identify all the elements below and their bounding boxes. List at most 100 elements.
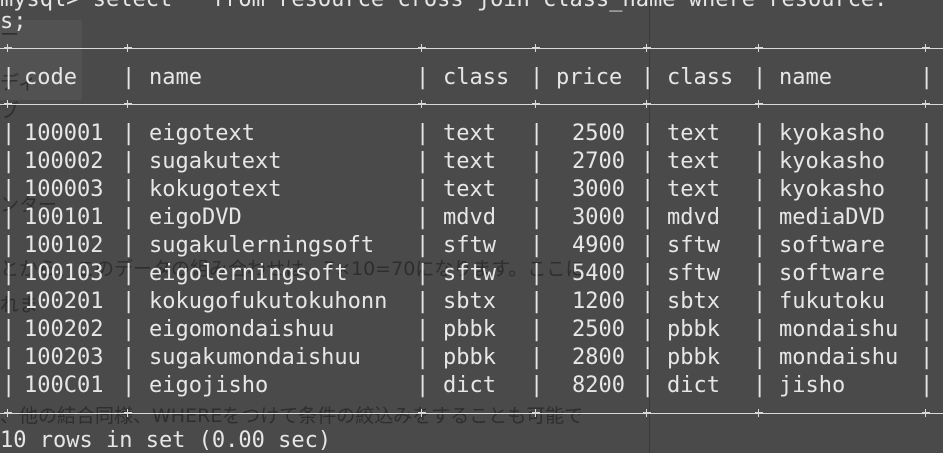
table-joint xyxy=(4,100,12,108)
table-pipe: | xyxy=(920,205,934,230)
table-cell: dict xyxy=(443,373,496,398)
table-pipe: | xyxy=(416,289,430,314)
table-cell: sftw xyxy=(443,261,496,286)
table-pipe: | xyxy=(2,345,16,370)
column-header: class xyxy=(667,65,734,90)
table-pipe: | xyxy=(416,149,430,174)
table-pipe: | xyxy=(2,149,16,174)
table-pipe: | xyxy=(122,121,136,146)
table-cell: sugakulerningsoft xyxy=(149,233,375,258)
table-pipe: | xyxy=(122,317,136,342)
table-pipe: | xyxy=(122,345,136,370)
table-joint xyxy=(124,409,132,417)
table-cell: jisho xyxy=(779,373,846,398)
table-cell: 100202 xyxy=(24,317,104,342)
column-header: name xyxy=(149,65,202,90)
table-separator xyxy=(0,413,943,414)
table-pipe: | xyxy=(753,373,767,398)
table-pipe: | xyxy=(753,261,767,286)
table-pipe: | xyxy=(122,289,136,314)
table-pipe: | xyxy=(2,177,16,202)
table-pipe: | xyxy=(753,177,767,202)
table-cell: text xyxy=(667,121,720,146)
table-pipe: | xyxy=(641,289,655,314)
table-pipe: | xyxy=(122,177,136,202)
table-cell: sbtx xyxy=(667,289,720,314)
table-joint xyxy=(922,44,930,52)
table-pipe: | xyxy=(920,345,934,370)
table-cell: eigotext xyxy=(149,121,255,146)
table-pipe: | xyxy=(641,149,655,174)
table-joint xyxy=(418,44,426,52)
table-cell: text xyxy=(443,121,496,146)
table-cell: software xyxy=(779,261,885,286)
table-cell: sftw xyxy=(443,233,496,258)
table-separator xyxy=(0,48,943,49)
table-joint xyxy=(643,44,651,52)
table-pipe: | xyxy=(416,205,430,230)
table-cell: kyokasho xyxy=(779,177,885,202)
table-pipe: | xyxy=(416,261,430,286)
table-cell: mdvd xyxy=(667,205,720,230)
table-joint xyxy=(532,44,540,52)
table-pipe: | xyxy=(641,65,655,90)
table-pipe: | xyxy=(920,121,934,146)
table-joint xyxy=(532,100,540,108)
table-cell: 100102 xyxy=(24,233,104,258)
table-separator xyxy=(0,104,943,105)
table-joint xyxy=(922,100,930,108)
table-cell: dict xyxy=(667,373,720,398)
table-pipe: | xyxy=(641,373,655,398)
table-pipe: | xyxy=(2,317,16,342)
table-pipe: | xyxy=(2,205,16,230)
table-pipe: | xyxy=(416,121,430,146)
table-pipe: | xyxy=(122,149,136,174)
table-pipe: | xyxy=(641,345,655,370)
table-cell: eigolerningsoft xyxy=(149,261,348,286)
table-pipe: | xyxy=(416,177,430,202)
table-cell: 2500 xyxy=(572,121,625,146)
table-pipe: | xyxy=(920,177,934,202)
table-pipe: | xyxy=(753,317,767,342)
table-pipe: | xyxy=(920,65,934,90)
table-cell: text xyxy=(443,177,496,202)
background-text-line-3: 、他の結合同様、WHEREをつけて条件の絞込みをすることも可能で xyxy=(0,405,584,427)
table-cell: 2800 xyxy=(572,345,625,370)
command-line: mysql> select * from resource cross join… xyxy=(0,0,887,14)
table-pipe: | xyxy=(122,261,136,286)
table-pipe: | xyxy=(122,233,136,258)
table-cell: sftw xyxy=(667,261,720,286)
table-joint xyxy=(755,44,763,52)
table-cell: sugakumondaishuu xyxy=(149,345,361,370)
table-pipe: | xyxy=(641,233,655,258)
table-cell: fukutoku xyxy=(779,289,885,314)
column-header: code xyxy=(24,65,77,90)
table-pipe: | xyxy=(416,65,430,90)
table-pipe: | xyxy=(753,289,767,314)
table-cell: 8200 xyxy=(572,373,625,398)
table-cell: sugakutext xyxy=(149,149,282,174)
table-pipe: | xyxy=(416,233,430,258)
table-cell: 5400 xyxy=(572,261,625,286)
table-cell: text xyxy=(443,149,496,174)
terminal-window[interactable]: ー ディ ブ ンター とから、このデータの組み合わせは、7×10=70になります… xyxy=(0,0,943,453)
table-cell: 2500 xyxy=(572,317,625,342)
table-joint xyxy=(418,100,426,108)
table-joint xyxy=(532,409,540,417)
table-cell: 100101 xyxy=(24,205,104,230)
table-pipe: | xyxy=(753,65,767,90)
table-cell: 100203 xyxy=(24,345,104,370)
table-cell: kyokasho xyxy=(779,149,885,174)
command-continuation: s; xyxy=(0,9,27,34)
table-pipe: | xyxy=(641,317,655,342)
table-cell: 100002 xyxy=(24,149,104,174)
table-pipe: | xyxy=(641,205,655,230)
table-cell: mondaishu xyxy=(779,317,899,342)
table-cell: kokugofukutokuhonn xyxy=(149,289,388,314)
table-cell: pbbk xyxy=(443,317,496,342)
table-pipe: | xyxy=(416,345,430,370)
table-cell: 3000 xyxy=(572,177,625,202)
table-cell: software xyxy=(779,233,885,258)
table-joint xyxy=(124,100,132,108)
table-pipe: | xyxy=(753,121,767,146)
